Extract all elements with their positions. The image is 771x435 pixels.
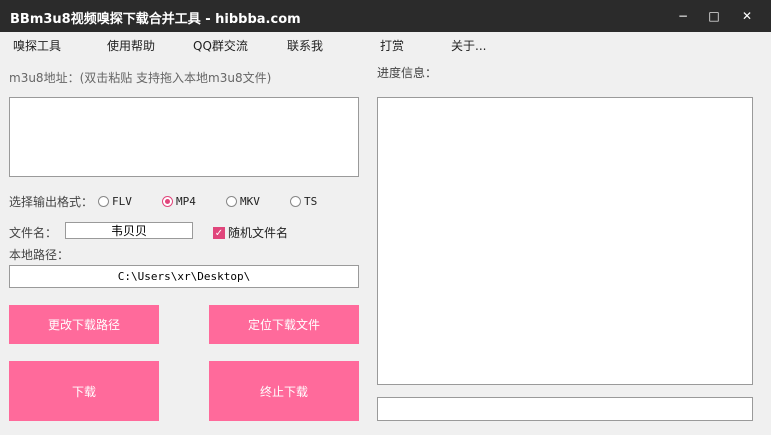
menu-help[interactable]: 使用帮助 xyxy=(107,37,155,54)
window-title: BBm3u8视频嗅探下载合并工具 - hibbba.com xyxy=(10,12,301,27)
status-bar xyxy=(377,397,753,421)
minimize-button[interactable]: − xyxy=(668,0,698,32)
menu-contact[interactable]: 联系我 xyxy=(287,37,323,54)
locate-file-button[interactable]: 定位下载文件 xyxy=(209,305,359,344)
random-filename-label: 随机文件名 xyxy=(228,226,289,240)
radio-ts-label: TS xyxy=(304,195,318,208)
radio-mkv[interactable]: MKV xyxy=(226,195,260,208)
progress-log[interactable] xyxy=(377,97,753,385)
menu-sniff-tool[interactable]: 嗅探工具 xyxy=(13,37,61,54)
radio-mkv-label: MKV xyxy=(240,195,260,208)
maximize-button[interactable]: □ xyxy=(699,0,729,32)
menu-donate[interactable]: 打赏 xyxy=(380,37,404,54)
radio-ts-indicator xyxy=(290,196,301,207)
path-label: 本地路径： xyxy=(9,248,70,262)
radio-mp4-label: MP4 xyxy=(176,195,196,208)
close-button[interactable]: ✕ xyxy=(732,0,762,32)
radio-mp4-indicator xyxy=(162,196,173,207)
filename-input[interactable] xyxy=(65,222,193,239)
maximize-icon: □ xyxy=(708,9,720,23)
minimize-icon: − xyxy=(677,9,689,23)
m3u8-label: m3u8地址：(双击粘贴 支持拖入本地m3u8文件) xyxy=(9,71,272,85)
progress-label: 进度信息： xyxy=(377,66,438,80)
random-filename-checkbox[interactable]: ✓ 随机文件名 xyxy=(213,224,288,241)
checkmark-icon: ✓ xyxy=(213,226,225,239)
filename-label: 文件名： xyxy=(9,226,58,240)
radio-mp4[interactable]: MP4 xyxy=(162,195,196,208)
radio-flv-label: FLV xyxy=(112,195,132,208)
menu-about[interactable]: 关于... xyxy=(451,37,486,54)
radio-flv[interactable]: FLV xyxy=(98,195,132,208)
change-path-button[interactable]: 更改下载路径 xyxy=(9,305,159,344)
menu-qq-group[interactable]: QQ群交流 xyxy=(193,37,248,54)
menu-bar: 嗅探工具 使用帮助 QQ群交流 联系我 打赏 关于... xyxy=(0,32,771,56)
stop-download-button[interactable]: 终止下载 xyxy=(209,361,359,421)
download-button[interactable]: 下载 xyxy=(9,361,159,421)
radio-mkv-indicator xyxy=(226,196,237,207)
radio-ts[interactable]: TS xyxy=(290,195,317,208)
path-input[interactable] xyxy=(9,265,359,288)
close-icon: ✕ xyxy=(741,9,753,23)
radio-flv-indicator xyxy=(98,196,109,207)
m3u8-input[interactable] xyxy=(9,97,359,177)
title-bar: BBm3u8视频嗅探下载合并工具 - hibbba.com − □ ✕ xyxy=(0,0,771,32)
format-label: 选择输出格式： xyxy=(9,195,94,209)
